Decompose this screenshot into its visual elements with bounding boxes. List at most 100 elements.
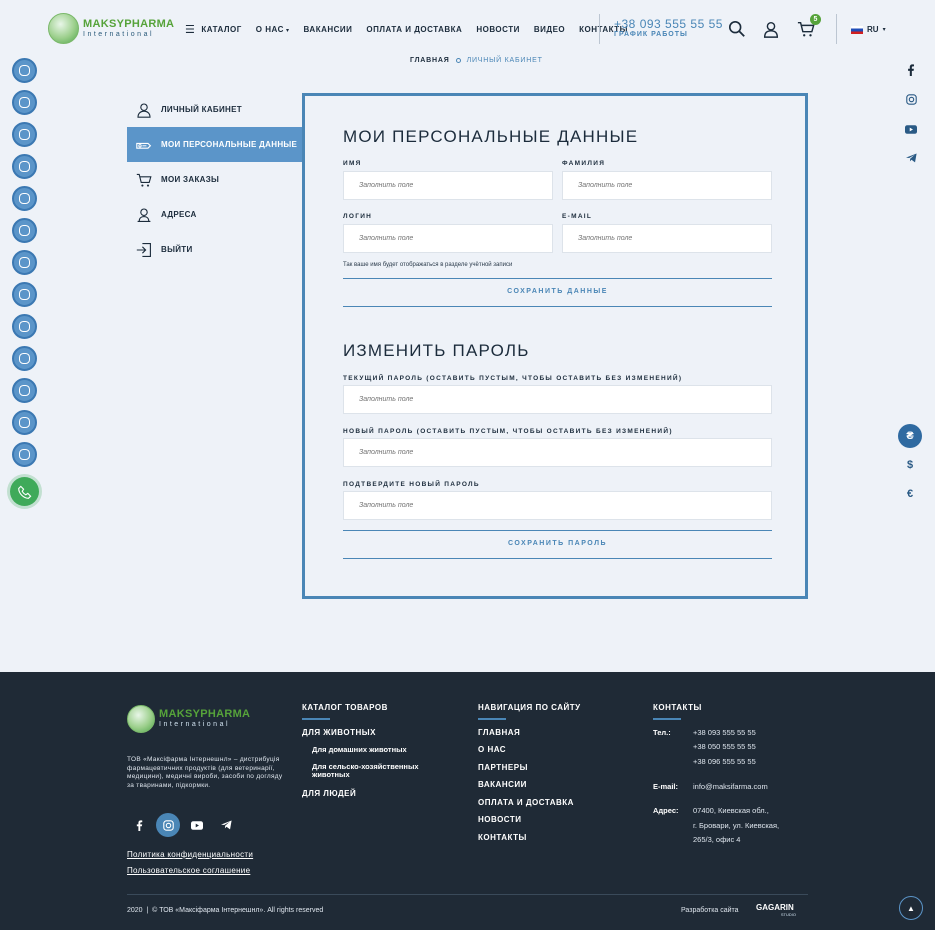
horse-icon[interactable] (12, 186, 37, 211)
globe-logo-icon (48, 13, 79, 44)
dev-sub: STUDIO (780, 912, 796, 917)
rabbit-icon[interactable] (12, 442, 37, 467)
new-password-input[interactable] (343, 438, 772, 467)
footer-catalog-animals[interactable]: ДЛЯ ЖИВОТНЫХ (302, 728, 376, 737)
footer-nav-home[interactable]: ГЛАВНАЯ (478, 728, 520, 737)
footer-phone-2[interactable]: +38 050 555 55 55 (693, 742, 756, 751)
email-input[interactable] (562, 224, 772, 253)
footer-youtube-icon[interactable] (185, 813, 209, 837)
user-agreement-link[interactable]: Пользовательское соглашение (127, 866, 250, 875)
footer-logo[interactable]: MAKSYPHARMA International (127, 705, 250, 733)
email-label: E-MAIL (562, 213, 593, 220)
scroll-to-top-button[interactable]: ▲ (899, 896, 923, 920)
ru-flag-icon (851, 25, 863, 34)
menu-item-orders[interactable]: МОИ ЗАКАЗЫ (127, 162, 303, 197)
footer-nav-about[interactable]: О НАС (478, 745, 506, 754)
footer-facebook-icon[interactable] (127, 813, 151, 837)
currency-uah[interactable]: ₴ (898, 424, 922, 448)
company-description: ТОВ «Максіфарма Інтернешнл» – дистрибуці… (127, 756, 283, 789)
header-logo[interactable]: MAKSYPHARMA International (48, 13, 174, 44)
footer-email[interactable]: info@maksifarma.com (693, 782, 768, 791)
account-menu: ЛИЧНЫЙ КАБИНЕТ МОИ ПЕРСОНАЛЬНЫЕ ДАННЫЕ М… (127, 92, 303, 267)
personal-data-title: МОИ ПЕРСОНАЛЬНЫЕ ДАННЫЕ (343, 127, 639, 146)
footer-nav-partners[interactable]: ПАРТНЕРЫ (478, 763, 528, 772)
language-selector[interactable]: RU ▾ (851, 25, 886, 34)
address-line-2: г. Бровари, ул. Киевская, (693, 821, 780, 830)
menu-item-label: МОИ ПЕРСОНАЛЬНЫЕ ДАННЫЕ (161, 140, 298, 149)
call-button[interactable] (10, 477, 39, 506)
menu-item-logout[interactable]: ВЫЙТИ (127, 232, 303, 267)
privacy-policy-link[interactable]: Политика конфиденциальности (127, 850, 253, 859)
bee-icon[interactable] (12, 282, 37, 307)
cart-count-badge: 5 (810, 14, 821, 25)
target-icon[interactable] (12, 410, 37, 435)
menu-item-personal-data[interactable]: МОИ ПЕРСОНАЛЬНЫЕ ДАННЫЕ (127, 127, 303, 162)
dog-icon[interactable] (12, 90, 37, 115)
header-divider-2 (836, 14, 837, 44)
footer-contacts-title: КОНТАКТЫ (653, 703, 702, 712)
footer-catalog-farm[interactable]: Для сельско-хозяйственных животных (312, 763, 442, 779)
login-input[interactable] (343, 224, 553, 253)
rooster-icon[interactable] (12, 378, 37, 403)
user-icon[interactable] (762, 20, 780, 38)
nav-catalog[interactable]: КАТАЛОГ (201, 25, 241, 34)
currency-eur[interactable]: € (898, 482, 922, 506)
id-card-icon (136, 142, 152, 149)
dev-name: GAGARIN (756, 903, 794, 912)
footer-instagram-icon[interactable] (156, 813, 180, 837)
footer-nav-payment[interactable]: ОПЛАТА И ДОСТАВКА (478, 798, 574, 807)
first-name-input[interactable] (343, 171, 553, 200)
nav-video[interactable]: ВИДЕО (534, 25, 565, 34)
last-name-input[interactable] (562, 171, 772, 200)
email-label: E-mail: (653, 782, 679, 791)
save-data-button[interactable]: СОХРАНИТЬ ДАННЫЕ (343, 278, 772, 307)
menu-icon[interactable]: ☰ (185, 23, 195, 36)
nav-payment-delivery[interactable]: ОПЛАТА И ДОСТАВКА (366, 25, 462, 34)
facebook-icon[interactable] (903, 62, 919, 78)
cat-icon[interactable] (12, 122, 37, 147)
breadcrumb-current: ЛИЧНЫЙ КАБИНЕТ (466, 57, 543, 64)
nav-news[interactable]: НОВОСТИ (476, 25, 520, 34)
pig-icon[interactable] (12, 250, 37, 275)
new-password-label: НОВЫЙ ПАРОЛЬ (ОСТАВИТЬ ПУСТЫМ, ЧТОБЫ ОСТ… (343, 428, 673, 435)
category-rail (12, 58, 37, 467)
current-password-input[interactable] (343, 385, 772, 414)
tel-label: Тел.: (653, 728, 671, 737)
save-password-button[interactable]: СОХРАНИТЬ ПАРОЛЬ (343, 530, 772, 559)
sheep-icon[interactable] (12, 314, 37, 339)
cow-icon[interactable] (12, 218, 37, 243)
footer-catalog-pets[interactable]: Для домашних животных (312, 745, 407, 754)
menu-item-cabinet[interactable]: ЛИЧНЫЙ КАБИНЕТ (127, 92, 303, 127)
search-icon[interactable] (728, 20, 746, 38)
developer-label: Разработка сайта (681, 907, 739, 914)
confirm-password-input[interactable] (343, 491, 772, 520)
bottle-icon[interactable] (12, 346, 37, 371)
menu-item-label: МОИ ЗАКАЗЫ (161, 175, 220, 184)
fish-icon[interactable] (12, 154, 37, 179)
nav-about[interactable]: О НАС ▾ (256, 25, 290, 34)
gagarin-logo[interactable]: GAGARIN STUDIO (756, 904, 796, 918)
footer-nav-contacts[interactable]: КОНТАКТЫ (478, 833, 527, 842)
footer: MAKSYPHARMA International ТОВ «Максіфарм… (0, 672, 935, 930)
footer-nav-vacancies[interactable]: ВАКАНСИИ (478, 780, 527, 789)
menu-item-addresses[interactable]: АДРЕСА (127, 197, 303, 232)
nav-vacancies[interactable]: ВАКАНСИИ (304, 25, 353, 34)
breadcrumb-home[interactable]: ГЛАВНАЯ (410, 57, 450, 64)
telegram-icon[interactable] (903, 150, 919, 166)
youtube-icon[interactable] (903, 121, 919, 137)
footer-phone-3[interactable]: +38 096 555 55 55 (693, 757, 756, 766)
heart-paw-icon[interactable] (12, 58, 37, 83)
logout-icon (136, 242, 151, 257)
footer-nav-news[interactable]: НОВОСТИ (478, 815, 522, 824)
phone-icon (17, 485, 31, 499)
footer-phone-1[interactable]: +38 093 555 55 55 (693, 728, 756, 737)
cart-icon (136, 173, 152, 187)
instagram-icon[interactable] (903, 91, 919, 107)
header-phone[interactable]: +38 093 555 55 55 (614, 17, 723, 31)
menu-item-label: ВЫЙТИ (161, 245, 193, 254)
schedule-link[interactable]: ГРАФИК РАБОТЫ (614, 31, 688, 38)
currency-usd[interactable]: $ (898, 453, 922, 477)
footer-telegram-icon[interactable] (214, 813, 238, 837)
footer-catalog-people[interactable]: ДЛЯ ЛЮДЕЙ (302, 789, 356, 798)
logo-main-text: MAKSYPHARMA (83, 17, 175, 30)
